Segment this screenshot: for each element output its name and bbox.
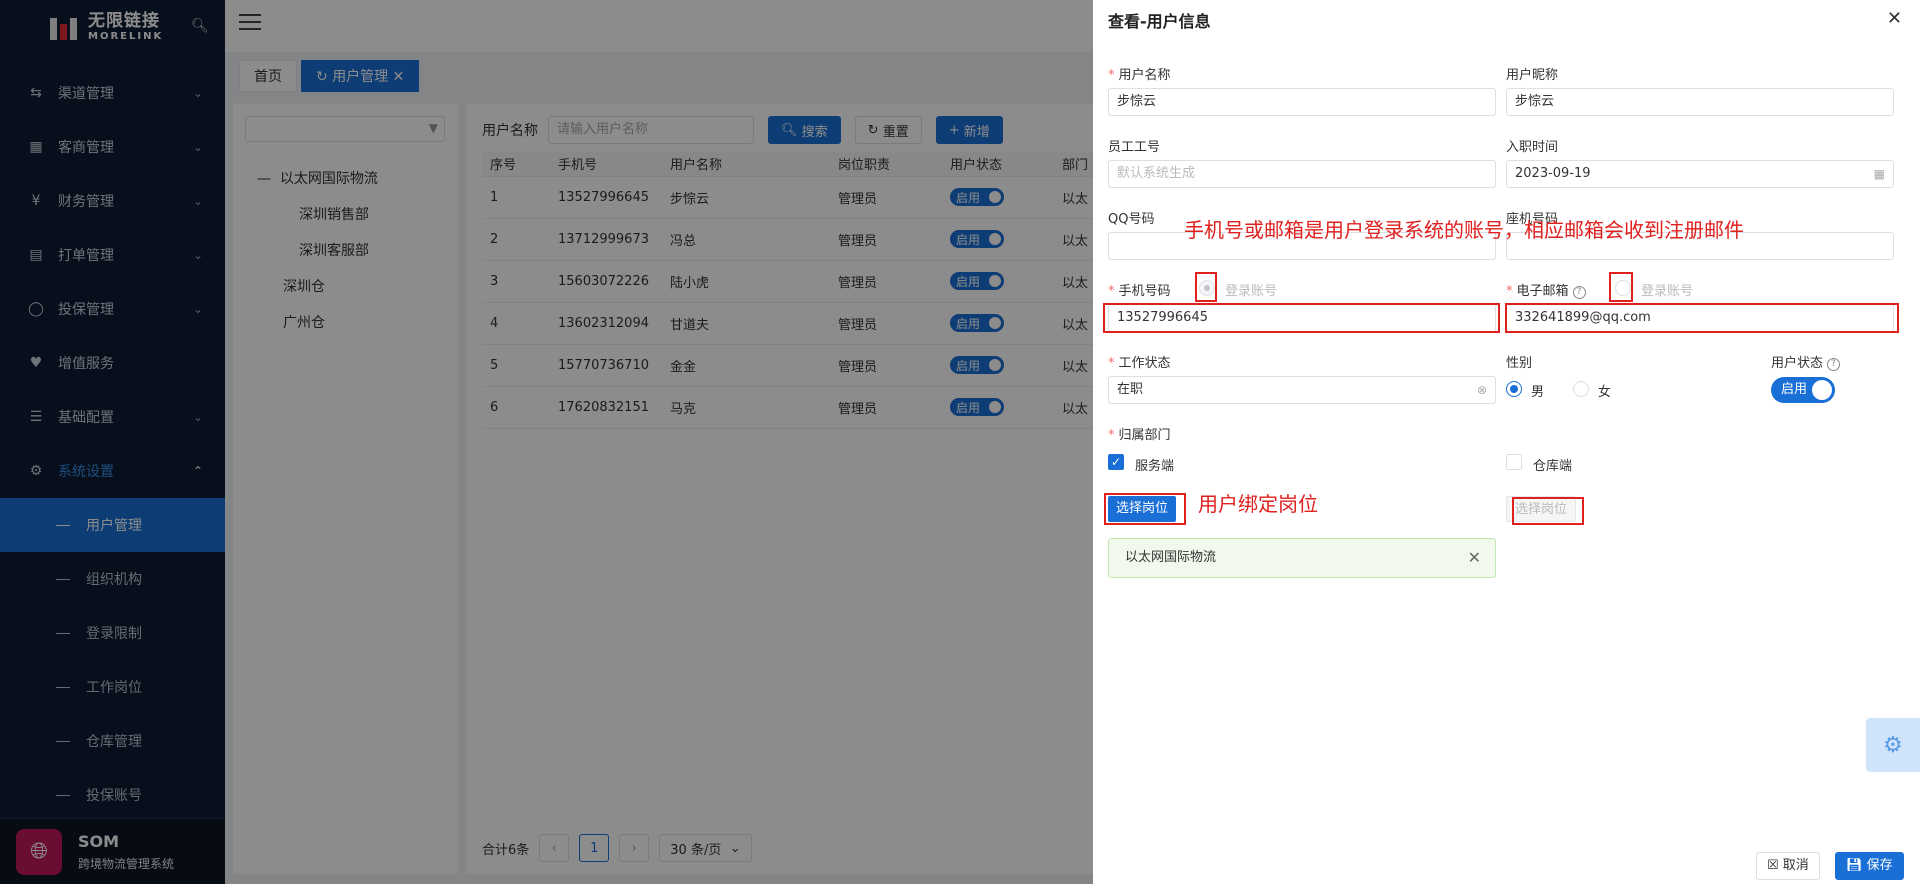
username-label: * 用户名称 [1108, 68, 1171, 83]
qq-label: QQ号码 [1108, 212, 1155, 227]
username-field[interactable]: 步悰云 [1108, 88, 1496, 116]
help-icon: ? [1827, 358, 1841, 371]
annotation-box-position-service [1104, 493, 1186, 525]
close-icon[interactable]: ✕ [1887, 8, 1902, 29]
nickname-field[interactable]: 步悰云 [1506, 88, 1894, 116]
dept-warehouse-checkbox[interactable] [1506, 454, 1522, 470]
email-label: * 电子邮箱? [1506, 280, 1586, 299]
annotation-account-note: 手机号或邮箱是用户登录系统的账号，相应邮箱会收到注册邮件 [1184, 218, 1744, 242]
clear-icon[interactable]: ⊗ [1477, 377, 1487, 403]
annotation-box-phone-radio [1195, 272, 1217, 302]
user-status-switch[interactable]: 启用 [1771, 377, 1835, 403]
save-button[interactable]: 💾︎ 保存 [1835, 852, 1904, 880]
annotation-box-email-radio [1609, 272, 1633, 302]
settings-gear-icon[interactable]: ⚙ [1866, 718, 1920, 772]
phone-label: * 手机号码 [1108, 284, 1171, 299]
phone-login-text: 登录账号 [1225, 284, 1278, 299]
annotation-box-phone-field [1103, 303, 1500, 333]
nickname-label: 用户昵称 [1506, 68, 1559, 83]
annotation-box-position-warehouse [1512, 497, 1584, 525]
empno-label: 员工工号 [1108, 140, 1161, 155]
hire-date-picker[interactable]: 2023-09-19 ▦ [1506, 160, 1894, 188]
dept-label: * 归属部门 [1108, 428, 1171, 443]
drawer-title: 查看-用户信息 [1108, 12, 1211, 31]
dept-service-text: 服务端 [1135, 459, 1175, 474]
user-status-label: 用户状态? [1771, 352, 1841, 371]
cancel-button[interactable]: ☒ 取消 [1756, 852, 1820, 880]
work-status-label: * 工作状态 [1108, 356, 1171, 371]
calendar-icon: ▦ [1873, 167, 1885, 181]
empno-field[interactable]: 默认系统生成 [1108, 160, 1496, 188]
work-status-select[interactable]: 在职 ⊗ [1108, 376, 1496, 404]
close-icon[interactable]: ✕ [1468, 539, 1481, 577]
help-icon: ? [1572, 286, 1586, 299]
email-login-text: 登录账号 [1641, 284, 1694, 299]
gender-female-text: 女 [1598, 385, 1612, 400]
gender-male-text: 男 [1531, 385, 1545, 400]
user-info-drawer: 查看-用户信息 ✕ * 用户名称 步悰云 用户昵称 步悰云 员工工号 默认系统生成… [1093, 0, 1920, 884]
dept-service-checkbox[interactable]: ✓ [1108, 454, 1124, 470]
position-tag: 以太网国际物流 ✕ [1108, 538, 1496, 578]
gender-label: 性别 [1506, 356, 1533, 371]
dept-warehouse-text: 仓库端 [1533, 459, 1573, 474]
annotation-box-email-field [1505, 303, 1899, 333]
hire-date-label: 入职时间 [1506, 140, 1559, 155]
annotation-position-note: 用户绑定岗位 [1198, 492, 1318, 516]
gender-female-radio[interactable] [1573, 381, 1589, 397]
gender-male-radio[interactable] [1506, 381, 1522, 397]
